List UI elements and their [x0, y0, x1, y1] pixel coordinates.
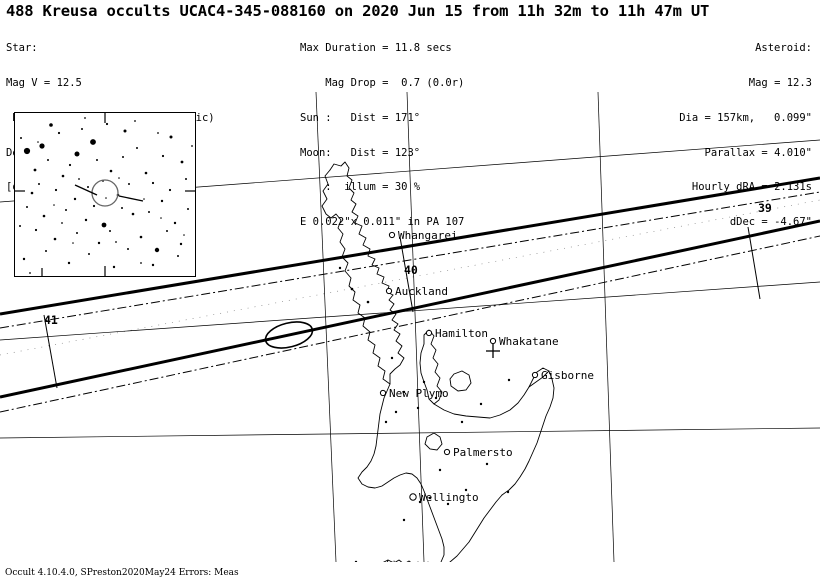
star-mag: Mag V = 12.5	[6, 76, 82, 89]
city-marker-new-plymouth: New Plymo	[379, 387, 449, 400]
station-marker-cross	[486, 344, 500, 358]
city-dot	[388, 231, 396, 239]
city-marker-wellington: Wellingto	[409, 491, 479, 504]
city-marker-palmerston: Palmersto	[443, 446, 513, 459]
city-label-new-plymouth: New Plymo	[389, 387, 449, 400]
city-dot	[379, 389, 387, 397]
city-label-auckland: Auckland	[395, 285, 448, 298]
city-dot	[385, 287, 393, 295]
prediction-header: 488 Kreusa occults UCAC4-345-088160 on 2…	[0, 0, 820, 228]
coast-taranaki	[357, 383, 445, 562]
lake-wairarapa	[424, 432, 443, 451]
city-marker-whakatane: Whakatane	[489, 335, 559, 348]
city-dot	[531, 371, 539, 379]
city-marker-auckland: Auckland	[385, 285, 448, 298]
city-label-palmerston: Palmersto	[453, 446, 513, 459]
page-title: 488 Kreusa occults UCAC4-345-088160 on 2…	[6, 2, 710, 20]
time-label-40: 40	[404, 263, 418, 277]
mag-drop: Mag Drop = 0.7 (0.0r)	[300, 76, 465, 89]
tick-connector-39	[747, 226, 761, 300]
city-dot	[425, 329, 433, 337]
max-duration: Max Duration = 11.8 secs	[300, 42, 452, 55]
asteroid-heading: Asteroid:	[755, 42, 812, 55]
time-label-39: 39	[758, 201, 772, 215]
asteroid-mag: Mag = 12.3	[748, 76, 812, 89]
city-marker-hamilton: Hamilton	[425, 327, 488, 340]
footer-credit: Occult 4.10.4.0, SPreston2020May24 Error…	[5, 568, 239, 578]
lake-taupo	[449, 370, 472, 392]
city-label-wellington: Wellingto	[419, 491, 479, 504]
coast-auckland-isthmus	[388, 294, 405, 385]
star-heading: Star:	[6, 42, 38, 55]
city-label-whangarei: Whangarei	[398, 229, 458, 242]
coast-northland-west	[321, 169, 391, 385]
coast-northland	[329, 161, 394, 296]
coast-marlborough-sounds	[382, 559, 419, 562]
parallel-lower	[0, 427, 820, 439]
city-marker-whangarei: Whangarei	[388, 229, 458, 242]
meridian-right	[597, 92, 615, 562]
city-label-gisborne: Gisborne	[541, 369, 594, 382]
city-marker-gisborne: Gisborne	[531, 369, 594, 382]
city-label-whakatane: Whakatane	[499, 335, 559, 348]
time-label-41: 41	[44, 313, 58, 327]
city-dot	[443, 448, 451, 456]
city-dot	[409, 493, 417, 501]
city-dot	[489, 337, 497, 345]
city-label-hamilton: Hamilton	[435, 327, 488, 340]
finder-chart-inset	[14, 112, 196, 277]
